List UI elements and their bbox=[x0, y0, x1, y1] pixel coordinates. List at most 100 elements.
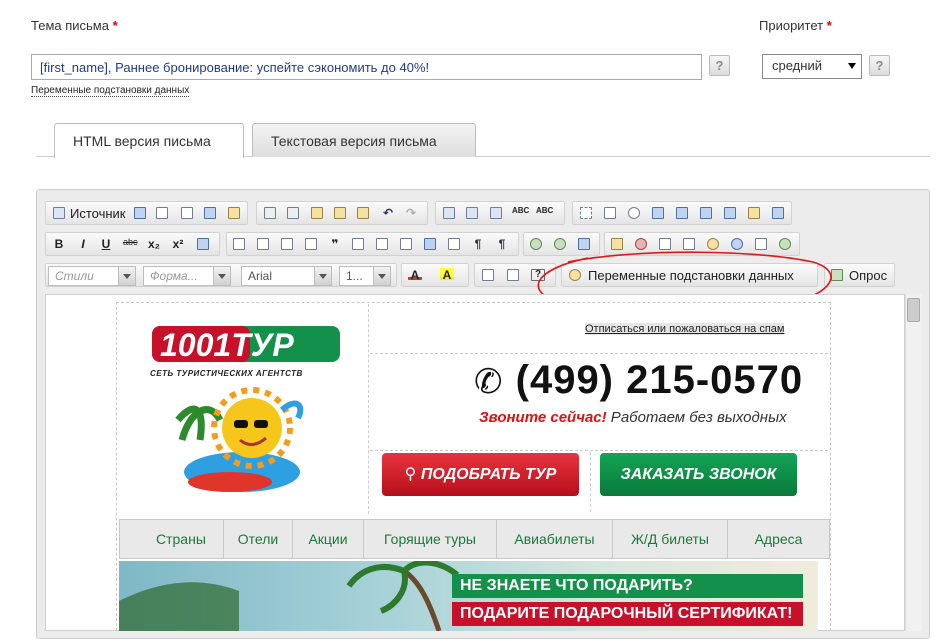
format-combo[interactable]: Форма... bbox=[143, 266, 231, 286]
eraser-icon[interactable] bbox=[197, 238, 209, 250]
toolbar-group-forms bbox=[572, 201, 792, 225]
paste-icon[interactable] bbox=[311, 207, 323, 219]
align-left-icon[interactable] bbox=[376, 238, 388, 250]
nav-item-addresses[interactable]: Адреса bbox=[728, 520, 829, 558]
radio-icon[interactable] bbox=[628, 207, 640, 219]
nav-item-hotels[interactable]: Отели bbox=[224, 520, 293, 558]
subject-help-button[interactable]: ? bbox=[709, 55, 730, 76]
toolbar-group-document: Источник bbox=[45, 201, 248, 225]
undo-icon[interactable]: ↶ bbox=[381, 206, 395, 220]
unsubscribe-link[interactable]: Отписаться или пожаловаться на спам bbox=[585, 323, 785, 335]
blockquote-icon[interactable]: ❞ bbox=[328, 237, 342, 251]
textarea-icon[interactable] bbox=[676, 207, 688, 219]
redo-icon[interactable]: ↷ bbox=[404, 206, 418, 220]
search-icon: ⚲ bbox=[404, 466, 421, 483]
save-icon[interactable] bbox=[134, 207, 146, 219]
button-icon[interactable] bbox=[724, 207, 736, 219]
textfield-icon[interactable] bbox=[652, 207, 664, 219]
tab-text[interactable]: Текстовая версия письма bbox=[252, 123, 476, 157]
scrollbar[interactable] bbox=[905, 294, 922, 631]
show-blocks-icon[interactable] bbox=[507, 269, 519, 281]
brand-logo: 1001ТУР bbox=[152, 326, 340, 363]
phone-number: ✆ (499) 215-0570 bbox=[474, 358, 804, 402]
banner-headline: НЕ ЗНАЕТЕ ЧТО ПОДАРИТЬ? bbox=[452, 574, 803, 598]
bullet-list-icon[interactable] bbox=[257, 238, 269, 250]
templates-icon[interactable] bbox=[228, 207, 240, 219]
priority-select[interactable]: средний bbox=[762, 54, 862, 79]
new-page-icon[interactable] bbox=[156, 207, 168, 219]
align-center-icon[interactable] bbox=[400, 238, 412, 250]
ltr-icon[interactable]: ¶ bbox=[471, 237, 485, 251]
vars-link[interactable]: Переменные подстановки данных bbox=[31, 85, 190, 97]
toolbar-group-styles: Стили Форма... Arial 1... bbox=[45, 263, 397, 287]
replace-icon[interactable] bbox=[466, 207, 478, 219]
copy-icon[interactable] bbox=[287, 207, 299, 219]
numbered-list-icon[interactable] bbox=[233, 238, 245, 250]
nav-item-deals[interactable]: Акции bbox=[293, 520, 364, 558]
italic-button[interactable]: I bbox=[76, 237, 90, 251]
print-icon[interactable] bbox=[204, 207, 216, 219]
tab-html[interactable]: HTML версия письма bbox=[54, 123, 244, 158]
subject-input[interactable] bbox=[31, 54, 702, 80]
spellcheck-icon[interactable]: ABC bbox=[512, 206, 529, 218]
find-tour-button[interactable]: ⚲ ПОДОБРАТЬ ТУР bbox=[382, 453, 579, 496]
chevron-down-icon bbox=[314, 267, 331, 285]
bold-button[interactable]: B bbox=[52, 237, 66, 251]
spellcheck-menu-icon[interactable]: ABC bbox=[536, 206, 553, 218]
rtl-icon[interactable]: ¶ bbox=[495, 237, 509, 251]
scrollbar-thumb[interactable] bbox=[907, 298, 920, 322]
paste-word-icon[interactable] bbox=[357, 207, 369, 219]
strike-button[interactable]: abc bbox=[123, 237, 138, 249]
callback-button[interactable]: ЗАКАЗАТЬ ЗВОНОК bbox=[600, 453, 797, 496]
cell-divider bbox=[370, 353, 828, 354]
cell-divider bbox=[368, 304, 369, 514]
toolbar-group-colors: A A bbox=[401, 263, 469, 287]
chevron-down-icon bbox=[118, 267, 135, 285]
nav-item-rail[interactable]: Ж/Д билеты bbox=[613, 520, 728, 558]
font-combo[interactable]: Arial bbox=[241, 266, 332, 286]
image-button-icon[interactable] bbox=[748, 207, 760, 219]
nav-item-flights[interactable]: Авиабилеты bbox=[497, 520, 613, 558]
phone-icon: ✆ bbox=[474, 363, 504, 401]
chevron-down-icon bbox=[213, 267, 230, 285]
hidden-field-icon[interactable] bbox=[772, 207, 784, 219]
toolbar-group-basicstyles: B I U abc x₂ x² bbox=[45, 232, 220, 256]
banner-subheadline: ПОДАРИТЕ ПОДАРОЧНЫЙ СЕРТИФИКАТ! bbox=[452, 602, 803, 626]
source-icon[interactable] bbox=[53, 207, 65, 219]
indent-icon[interactable] bbox=[305, 238, 317, 250]
call-now-text: Звоните сейчас! Работаем без выходных bbox=[479, 409, 787, 426]
chevron-down-icon bbox=[848, 63, 856, 69]
cell-divider bbox=[370, 450, 828, 451]
select-all-icon[interactable] bbox=[490, 207, 502, 219]
toolbar-group-paragraph: ❞ ¶ ¶ bbox=[226, 232, 519, 256]
styles-combo[interactable]: Стили bbox=[48, 266, 136, 286]
find-icon[interactable] bbox=[443, 207, 455, 219]
size-combo[interactable]: 1... bbox=[339, 266, 391, 286]
align-justify-icon[interactable] bbox=[448, 238, 460, 250]
cut-icon[interactable] bbox=[264, 207, 276, 219]
preview-icon[interactable] bbox=[181, 207, 193, 219]
cell-divider bbox=[590, 452, 591, 512]
logo-tagline: СЕТЬ ТУРИСТИЧЕСКИХ АГЕНТСТВ bbox=[150, 369, 303, 378]
chevron-down-icon bbox=[373, 267, 390, 285]
source-button[interactable]: Источник bbox=[70, 206, 126, 221]
select-field-icon[interactable] bbox=[700, 207, 712, 219]
underline-button[interactable]: U bbox=[99, 237, 113, 251]
div-icon[interactable] bbox=[352, 238, 364, 250]
subject-label: Тема письма * bbox=[31, 18, 118, 33]
outdent-icon[interactable] bbox=[281, 238, 293, 250]
form-icon[interactable] bbox=[580, 207, 592, 219]
priority-help-button[interactable]: ? bbox=[869, 55, 890, 76]
priority-label: Приоритет * bbox=[759, 18, 832, 33]
align-right-icon[interactable] bbox=[424, 238, 436, 250]
subscript-button[interactable]: x₂ bbox=[147, 237, 161, 251]
checkbox-icon[interactable] bbox=[604, 207, 616, 219]
text-color-icon[interactable]: A bbox=[408, 268, 422, 282]
nav-item-hot-tours[interactable]: Горящие туры bbox=[364, 520, 497, 558]
maximize-icon[interactable] bbox=[482, 269, 494, 281]
nav-item-countries[interactable]: Страны bbox=[120, 520, 224, 558]
superscript-button[interactable]: x² bbox=[171, 237, 185, 251]
bg-color-icon[interactable]: A bbox=[440, 268, 454, 282]
paste-text-icon[interactable] bbox=[334, 207, 346, 219]
toolbar-group-find: ABC ABC bbox=[435, 201, 565, 225]
